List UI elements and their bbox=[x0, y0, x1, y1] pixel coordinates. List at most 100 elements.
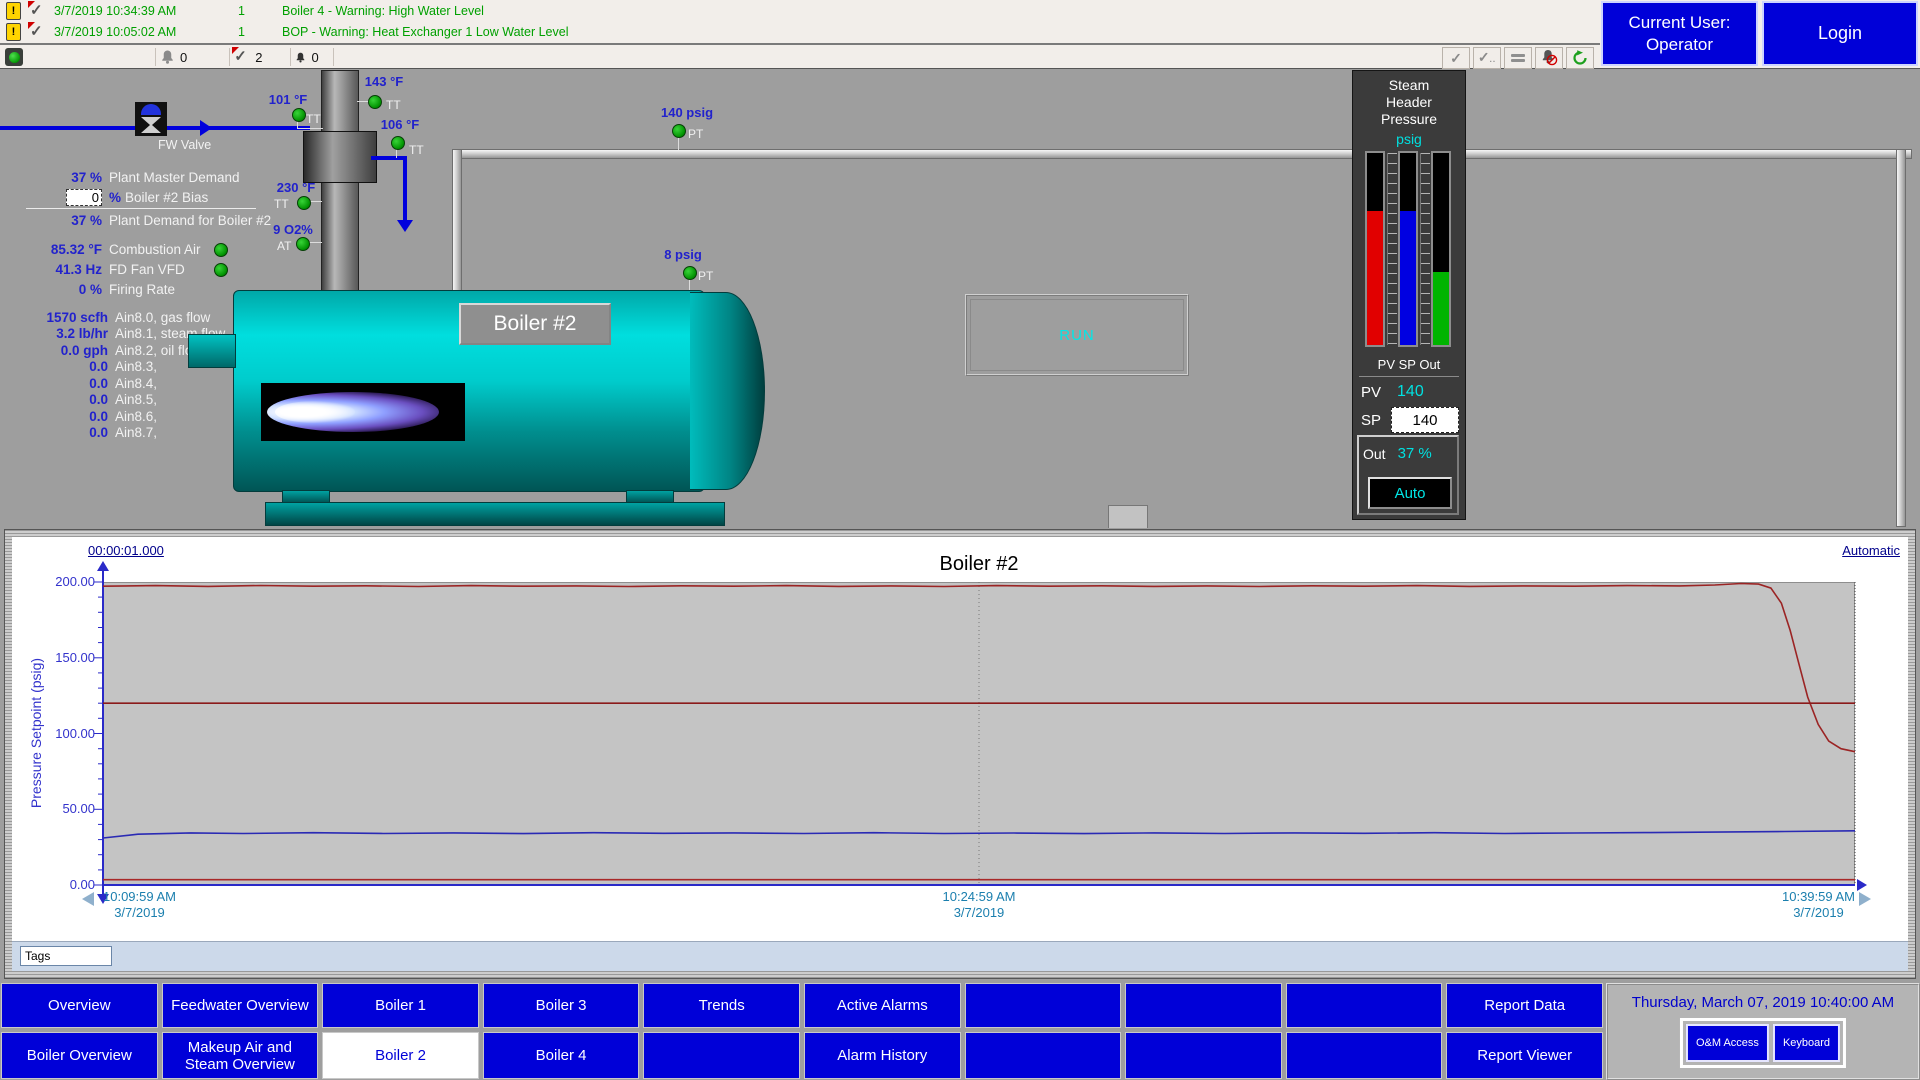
silenced-alarm-counter[interactable]: 0 bbox=[295, 50, 318, 65]
nav-cell-empty bbox=[1125, 1032, 1282, 1079]
xtick-time: 10:24:59 AM bbox=[943, 889, 1016, 905]
plant-master-demand-row: 37 % Plant Master Demand bbox=[24, 169, 240, 186]
nav-report-viewer[interactable]: Report Viewer bbox=[1446, 1032, 1603, 1079]
fd-fan-vfd-row: 41.3 Hz FD Fan VFD bbox=[24, 261, 210, 278]
tags-input[interactable]: Tags bbox=[20, 946, 112, 966]
sp-input[interactable] bbox=[1391, 407, 1459, 433]
ack-alarm-button[interactable]: ✓ bbox=[1442, 47, 1470, 69]
ain-label: Ain8.0, gas flow bbox=[115, 310, 210, 325]
trend-duration-link[interactable]: 00:00:01.000 bbox=[88, 543, 164, 558]
om-access-button[interactable]: O&M Access bbox=[1686, 1024, 1769, 1062]
nav-label: Makeup Air and Steam Overview bbox=[167, 1039, 314, 1073]
gauge-bars bbox=[1363, 151, 1455, 351]
out-frame: Out 37 % Auto bbox=[1357, 435, 1459, 515]
nav-boiler-4[interactable]: Boiler 4 bbox=[483, 1032, 640, 1079]
sensor-indicator bbox=[292, 108, 306, 122]
nav-report-data[interactable]: Report Data bbox=[1446, 983, 1603, 1028]
check-dots-icon: ✓.. bbox=[1478, 51, 1496, 66]
ain-row: 1570 scfhAin8.0, gas flow bbox=[24, 309, 225, 326]
alarm-timestamp: 3/7/2019 10:34:39 AM bbox=[54, 4, 212, 18]
alarm-banner: !✓3/7/2019 10:34:39 AM1Boiler 4 - Warnin… bbox=[0, 0, 1600, 43]
nav-cell-empty bbox=[1125, 983, 1282, 1028]
warning-icon: ! bbox=[6, 2, 21, 20]
silence-alarms-button[interactable] bbox=[1535, 47, 1563, 69]
nav-alarm-history[interactable]: Alarm History bbox=[804, 1032, 961, 1079]
current-user-display: Current User: Operator bbox=[1601, 1, 1758, 66]
trend-mode-link[interactable]: Automatic bbox=[1842, 543, 1900, 558]
fw-valve[interactable] bbox=[135, 102, 167, 136]
boiler-nameplate: Boiler #2 bbox=[459, 303, 611, 345]
alarm-bell-counter[interactable]: 0 bbox=[160, 49, 187, 65]
nav-trends[interactable]: Trends bbox=[643, 983, 800, 1028]
alarm-count-2: 2 bbox=[255, 50, 262, 65]
nav-active-alarms[interactable]: Active Alarms bbox=[804, 983, 961, 1028]
boiler2-bias-row: % Boiler #2 Bias bbox=[24, 189, 208, 206]
xtick-time: 10:39:59 AM bbox=[1782, 889, 1855, 905]
trend-frame: 00:00:01.000 Automatic Boiler #2 200.001… bbox=[4, 529, 1916, 979]
auto-mode-button[interactable]: Auto bbox=[1368, 477, 1452, 509]
gauge-pv bbox=[1365, 151, 1385, 347]
plant-demand-boiler2-row: 37 % Plant Demand for Boiler #2 bbox=[24, 212, 271, 229]
out-value: 37 % bbox=[1398, 445, 1432, 462]
refresh-button[interactable] bbox=[1566, 47, 1594, 69]
alarm-row[interactable]: !✓3/7/2019 10:05:02 AM1BOP - Warning: He… bbox=[0, 21, 1600, 42]
sensor-indicator bbox=[297, 196, 311, 210]
nav-boiler-2[interactable]: Boiler 2 bbox=[322, 1032, 479, 1079]
ain-row: 0.0Ain8.6, bbox=[24, 408, 225, 425]
xtick-date: 3/7/2019 bbox=[1782, 905, 1855, 921]
nav-overview[interactable]: Overview bbox=[1, 983, 158, 1028]
xtick-label: 10:39:59 AM3/7/2019 bbox=[1782, 889, 1855, 921]
nav-label: Boiler 3 bbox=[536, 997, 587, 1014]
steam-header-panel: Steam Header Pressure psig PV SP Out PV … bbox=[1352, 70, 1466, 520]
sensor-indicator bbox=[391, 136, 405, 150]
sensor-value: 101 °F bbox=[256, 92, 320, 107]
ain-row: 0.0Ain8.5, bbox=[24, 392, 225, 409]
nav-label: Boiler 2 bbox=[375, 1047, 426, 1064]
unack-alarm-counter[interactable]: ✓ 2 bbox=[234, 50, 262, 65]
refresh-icon bbox=[1572, 50, 1588, 66]
footer-panel: Thursday, March 07, 2019 10:40:00 AM O&M… bbox=[1606, 983, 1920, 1080]
boiler-end-cap bbox=[690, 292, 765, 490]
check-icon: ✓ bbox=[1450, 52, 1462, 64]
nav-boiler-1[interactable]: Boiler 1 bbox=[322, 983, 479, 1028]
nav-label: Report Data bbox=[1484, 997, 1565, 1014]
fw-valve-label: FW Valve bbox=[158, 138, 211, 152]
out-row: Out 37 % bbox=[1363, 445, 1463, 462]
alarm-summary-button[interactable] bbox=[1504, 47, 1532, 69]
econ-outlet-pipe-v bbox=[403, 156, 407, 222]
footer-buttons: O&M Access Keyboard bbox=[1680, 1018, 1846, 1068]
boiler-base bbox=[265, 502, 725, 526]
gauge-fill-out bbox=[1433, 272, 1449, 345]
gauge-caption: PV SP Out bbox=[1353, 357, 1465, 372]
warning-icon: ! bbox=[6, 23, 21, 41]
ack-all-alarms-button[interactable]: ✓.. bbox=[1473, 47, 1501, 69]
pv-row: PV 140 bbox=[1361, 383, 1461, 401]
ain-label: Ain8.6, bbox=[115, 409, 157, 424]
combustion-air-row: 85.32 °F Combustion Air bbox=[24, 241, 210, 258]
fd-fan-led bbox=[214, 263, 228, 277]
nav-boiler-overview[interactable]: Boiler Overview bbox=[1, 1032, 158, 1079]
flow-arrow-down bbox=[397, 220, 413, 232]
stem bbox=[297, 128, 323, 129]
run-status-button[interactable]: RUN bbox=[965, 294, 1189, 376]
keyboard-button[interactable]: Keyboard bbox=[1773, 1024, 1840, 1062]
nav-label: Trends bbox=[699, 997, 745, 1014]
combustion-air-led bbox=[214, 243, 228, 257]
connection-status-icon[interactable] bbox=[5, 48, 23, 66]
stem bbox=[678, 136, 679, 150]
sensor-indicator bbox=[683, 266, 697, 280]
ain-row: 0.0Ain8.7, bbox=[24, 425, 225, 442]
nav-feedwater-overview[interactable]: Feedwater Overview bbox=[162, 983, 319, 1028]
login-button[interactable]: Login bbox=[1762, 1, 1918, 66]
ytick-label: 0.00 bbox=[25, 877, 95, 892]
bias-input[interactable] bbox=[66, 189, 102, 206]
gauge-sp bbox=[1398, 151, 1418, 347]
economizer-breeching bbox=[303, 131, 377, 183]
nav-makeup-air-and-steam-overview[interactable]: Makeup Air and Steam Overview bbox=[162, 1032, 319, 1079]
alarm-row[interactable]: !✓3/7/2019 10:34:39 AM1Boiler 4 - Warnin… bbox=[0, 0, 1600, 21]
xtick-label: 10:09:59 AM3/7/2019 bbox=[103, 889, 176, 921]
ain-value: 0.0 bbox=[24, 392, 108, 407]
alarm-toolbar: 0 ✓ 2 0 ✓ ✓.. bbox=[0, 46, 1600, 68]
nav-boiler-3[interactable]: Boiler 3 bbox=[483, 983, 640, 1028]
nav-cell-empty bbox=[1286, 983, 1443, 1028]
